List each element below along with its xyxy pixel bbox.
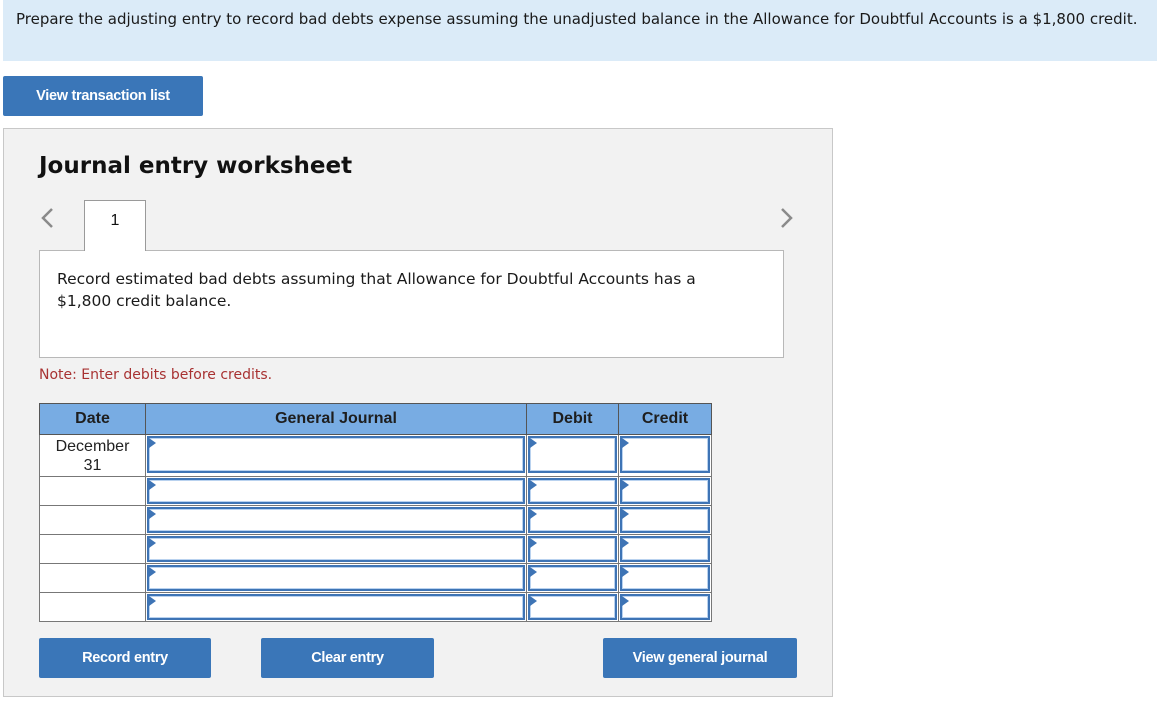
date-cell: December 31 bbox=[39, 434, 146, 477]
date-month: December bbox=[55, 438, 130, 455]
triangle-right-icon bbox=[530, 596, 537, 606]
debit-input[interactable] bbox=[528, 478, 617, 504]
triangle-right-icon bbox=[622, 596, 629, 606]
account-input[interactable] bbox=[147, 565, 525, 591]
triangle-right-icon bbox=[149, 596, 156, 606]
credit-cell[interactable] bbox=[618, 563, 712, 593]
account-input[interactable] bbox=[147, 478, 525, 504]
triangle-right-icon bbox=[622, 438, 629, 448]
credit-cell[interactable] bbox=[618, 534, 712, 564]
date-cell bbox=[39, 563, 146, 593]
account-cell[interactable] bbox=[145, 563, 527, 593]
debit-cell[interactable] bbox=[526, 534, 619, 564]
triangle-right-icon bbox=[149, 480, 156, 490]
credit-cell[interactable] bbox=[618, 476, 712, 506]
credit-input[interactable] bbox=[620, 507, 710, 533]
date-cell bbox=[39, 505, 146, 535]
tab-entry-1[interactable]: 1 bbox=[84, 200, 146, 251]
credit-input[interactable] bbox=[620, 478, 710, 504]
view-transaction-list-button[interactable]: View transaction list bbox=[3, 76, 203, 116]
triangle-right-icon bbox=[530, 480, 537, 490]
triangle-right-icon bbox=[530, 538, 537, 548]
record-entry-button[interactable]: Record entry bbox=[39, 638, 211, 678]
triangle-right-icon bbox=[149, 538, 156, 548]
chevron-left-icon[interactable] bbox=[38, 205, 58, 231]
header-debit: Debit bbox=[526, 403, 619, 435]
account-input[interactable] bbox=[147, 507, 525, 533]
debit-cell[interactable] bbox=[526, 592, 619, 622]
triangle-right-icon bbox=[530, 509, 537, 519]
triangle-right-icon bbox=[149, 438, 156, 448]
header-general-journal: General Journal bbox=[145, 403, 527, 435]
credit-input[interactable] bbox=[620, 436, 710, 473]
triangle-right-icon bbox=[622, 567, 629, 577]
triangle-right-icon bbox=[622, 509, 629, 519]
journal-row: December 31 bbox=[39, 434, 712, 477]
journal-row bbox=[39, 476, 712, 506]
journal-header-row: Date General Journal Debit Credit bbox=[39, 403, 712, 435]
debit-input[interactable] bbox=[528, 594, 617, 620]
chevron-right-icon[interactable] bbox=[776, 205, 796, 231]
question-prompt: Prepare the adjusting entry to record ba… bbox=[3, 0, 1157, 61]
account-cell[interactable] bbox=[145, 534, 527, 564]
debit-input[interactable] bbox=[528, 436, 617, 473]
worksheet-title: Journal entry worksheet bbox=[39, 153, 353, 179]
date-cell bbox=[39, 592, 146, 622]
credit-cell[interactable] bbox=[618, 505, 712, 535]
date-cell bbox=[39, 476, 146, 506]
header-credit: Credit bbox=[618, 403, 712, 435]
account-input[interactable] bbox=[147, 594, 525, 620]
credit-input[interactable] bbox=[620, 594, 710, 620]
credit-cell[interactable] bbox=[618, 592, 712, 622]
triangle-right-icon bbox=[149, 567, 156, 577]
credit-cell[interactable] bbox=[618, 434, 712, 477]
debits-before-credits-note: Note: Enter debits before credits. bbox=[39, 367, 273, 383]
journal-table: Date General Journal Debit Credit Decemb… bbox=[39, 403, 712, 622]
account-cell[interactable] bbox=[145, 505, 527, 535]
account-cell[interactable] bbox=[145, 476, 527, 506]
triangle-right-icon bbox=[530, 567, 537, 577]
debit-cell[interactable] bbox=[526, 563, 619, 593]
triangle-right-icon bbox=[622, 538, 629, 548]
debit-cell[interactable] bbox=[526, 434, 619, 477]
prompt-text: Prepare the adjusting entry to record ba… bbox=[16, 10, 1138, 28]
journal-entry-worksheet: Journal entry worksheet 1 Record estimat… bbox=[3, 128, 833, 697]
account-input[interactable] bbox=[147, 536, 525, 562]
debit-cell[interactable] bbox=[526, 476, 619, 506]
account-input[interactable] bbox=[147, 436, 525, 473]
debit-input[interactable] bbox=[528, 536, 617, 562]
date-cell bbox=[39, 534, 146, 564]
journal-row bbox=[39, 592, 712, 622]
debit-input[interactable] bbox=[528, 565, 617, 591]
view-general-journal-button[interactable]: View general journal bbox=[603, 638, 797, 678]
account-cell[interactable] bbox=[145, 592, 527, 622]
debit-cell[interactable] bbox=[526, 505, 619, 535]
entry-description-text: Record estimated bad debts assuming that… bbox=[57, 270, 696, 310]
credit-input[interactable] bbox=[620, 536, 710, 562]
triangle-right-icon bbox=[149, 509, 156, 519]
journal-row bbox=[39, 505, 712, 535]
entry-description: Record estimated bad debts assuming that… bbox=[39, 250, 784, 358]
debit-input[interactable] bbox=[528, 507, 617, 533]
triangle-right-icon bbox=[530, 438, 537, 448]
journal-row bbox=[39, 563, 712, 593]
date-day: 31 bbox=[83, 457, 102, 474]
clear-entry-button[interactable]: Clear entry bbox=[261, 638, 434, 678]
journal-row bbox=[39, 534, 712, 564]
triangle-right-icon bbox=[622, 480, 629, 490]
account-cell[interactable] bbox=[145, 434, 527, 477]
credit-input[interactable] bbox=[620, 565, 710, 591]
header-date: Date bbox=[39, 403, 146, 435]
